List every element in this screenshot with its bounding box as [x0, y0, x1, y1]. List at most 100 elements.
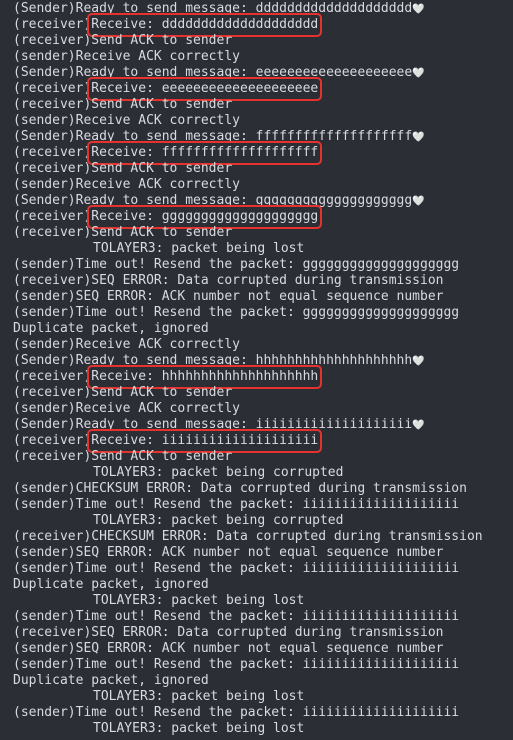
line-message: Duplicate packet, ignored: [13, 577, 209, 592]
highlighted-receive-message: Receive: dddddddddddddddddddd: [87, 13, 323, 37]
line-source-prefix: (sender): [13, 705, 76, 720]
line-message: SEQ ERROR: Data corrupted during transmi…: [91, 273, 444, 288]
line-message: Receive ACK correctly: [75, 49, 240, 64]
line-message: Send ACK to sender: [91, 385, 233, 400]
terminal-line: (receiver)Send ACK to sender: [0, 97, 513, 113]
terminal-line: (sender)Time out! Resend the packet: iii…: [0, 657, 513, 673]
terminal-line: (sender)Time out! Resend the packet: iii…: [0, 705, 513, 721]
line-source-prefix: (receiver): [13, 225, 92, 240]
line-message: CHECKSUM ERROR: Data corrupted during tr…: [75, 481, 467, 496]
line-message: Ready to send message: ggggggggggggggggg…: [75, 193, 413, 208]
line-message: TOLAYER3: packet being lost: [93, 721, 305, 736]
line-message: Ready to send message: eeeeeeeeeeeeeeeee…: [75, 65, 413, 80]
highlighted-receive-message: Receive: iiiiiiiiiiiiiiiiiiii: [87, 429, 323, 453]
line-source-prefix: (receiver): [13, 81, 92, 96]
line-message: CHECKSUM ERROR: Data corrupted during tr…: [91, 529, 483, 544]
line-source-prefix: (sender): [13, 545, 76, 560]
line-message: SEQ ERROR: ACK number not equal sequence…: [75, 289, 444, 304]
terminal-line: (Sender)Ready to send message: fffffffff…: [0, 129, 513, 145]
line-source-prefix: (sender): [13, 641, 76, 656]
cursor-marker-icon: 🤍: [412, 132, 425, 143]
line-message: Send ACK to sender: [91, 161, 233, 176]
line-source-prefix: (sender): [13, 49, 76, 64]
highlighted-receive-message: Receive: eeeeeeeeeeeeeeeeeeee: [87, 77, 323, 101]
line-source-prefix: (receiver): [13, 209, 92, 224]
line-source-prefix: (receiver): [13, 529, 92, 544]
line-message: Time out! Resend the packet: iiiiiiiiiii…: [75, 657, 460, 672]
terminal-line: (sender)Receive ACK correctly: [0, 401, 513, 417]
line-source-prefix: (receiver): [13, 385, 92, 400]
line-source-prefix: (receiver): [13, 449, 92, 464]
line-message: Send ACK to sender: [91, 33, 233, 48]
terminal-line: (Sender)Ready to send message: hhhhhhhhh…: [0, 353, 513, 369]
line-message: Receive ACK correctly: [75, 401, 240, 416]
line-message: Time out! Resend the packet: iiiiiiiiiii…: [75, 609, 460, 624]
line-source-prefix: (receiver): [13, 433, 92, 448]
line-source-prefix: (sender): [13, 657, 76, 672]
terminal-line: (Sender)Ready to send message: eeeeeeeee…: [0, 65, 513, 81]
terminal-line: (receiver)SEQ ERROR: Data corrupted duri…: [0, 625, 513, 641]
line-source-prefix: (Sender): [13, 1, 76, 16]
line-message: Time out! Resend the packet: iiiiiiiiiii…: [75, 705, 460, 720]
cursor-marker-icon: 🤍: [412, 196, 425, 207]
line-message: SEQ ERROR: ACK number not equal sequence…: [75, 641, 444, 656]
terminal-output[interactable]: (Sender)Ready to send message: ddddddddd…: [0, 0, 513, 740]
terminal-line: (Sender)Ready to send message: ggggggggg…: [0, 193, 513, 209]
line-message: Ready to send message: fffffffffffffffff…: [75, 129, 413, 144]
terminal-line: (sender)Receive ACK correctly: [0, 337, 513, 353]
terminal-line: TOLAYER3: packet being corrupted: [0, 513, 513, 529]
line-source-prefix: (sender): [13, 561, 76, 576]
terminal-line: (sender)SEQ ERROR: ACK number not equal …: [0, 289, 513, 305]
terminal-line: TOLAYER3: packet being lost: [0, 593, 513, 609]
highlighted-receive-message: Receive: gggggggggggggggggggg: [87, 205, 323, 229]
terminal-line: (receiver)Receive: ffffffffffffffffffff: [0, 141, 513, 165]
line-source-prefix: (sender): [13, 481, 76, 496]
terminal-line: (receiver)Send ACK to sender: [0, 33, 513, 49]
line-message: Ready to send message: iiiiiiiiiiiiiiiii…: [75, 417, 413, 432]
terminal-line: TOLAYER3: packet being lost: [0, 241, 513, 257]
terminal-line: (receiver)CHECKSUM ERROR: Data corrupted…: [0, 529, 513, 545]
line-source-prefix: (receiver): [13, 17, 92, 32]
terminal-line: (receiver)SEQ ERROR: Data corrupted duri…: [0, 273, 513, 289]
line-message: Ready to send message: ddddddddddddddddd…: [75, 1, 413, 16]
line-source-prefix: (Sender): [13, 129, 76, 144]
terminal-line: TOLAYER3: packet being lost: [0, 689, 513, 705]
line-message: Duplicate packet, ignored: [13, 321, 209, 336]
line-message: Duplicate packet, ignored: [13, 673, 209, 688]
cursor-marker-icon: 🤍: [412, 68, 425, 79]
line-source-prefix: (Sender): [13, 353, 76, 368]
line-source-prefix: (receiver): [13, 369, 92, 384]
line-source-prefix: (sender): [13, 289, 76, 304]
line-message: TOLAYER3: packet being lost: [93, 689, 305, 704]
line-source-prefix: (sender): [13, 305, 76, 320]
terminal-line: (sender)CHECKSUM ERROR: Data corrupted d…: [0, 481, 513, 497]
terminal-line: (sender)Time out! Resend the packet: iii…: [0, 609, 513, 625]
line-message: Receive ACK correctly: [75, 113, 240, 128]
line-message: Receive ACK correctly: [75, 337, 240, 352]
line-source-prefix: (Sender): [13, 193, 76, 208]
line-message: Send ACK to sender: [91, 225, 233, 240]
cursor-marker-icon: 🤍: [412, 4, 425, 15]
line-source-prefix: (sender): [13, 337, 76, 352]
line-message: Time out! Resend the packet: iiiiiiiiiii…: [75, 561, 460, 576]
line-source-prefix: (receiver): [13, 145, 92, 160]
terminal-line: (receiver)Receive: dddddddddddddddddddd: [0, 13, 513, 37]
line-source-prefix: (receiver): [13, 33, 92, 48]
terminal-line: (sender)Time out! Resend the packet: iii…: [0, 497, 513, 513]
line-source-prefix: (sender): [13, 257, 76, 272]
terminal-line: (receiver)Receive: eeeeeeeeeeeeeeeeeeee: [0, 77, 513, 101]
line-message: TOLAYER3: packet being lost: [93, 241, 305, 256]
cursor-marker-icon: 🤍: [412, 420, 425, 431]
line-source-prefix: (Sender): [13, 417, 76, 432]
terminal-line: (receiver)Receive: gggggggggggggggggggg: [0, 205, 513, 229]
line-message: SEQ ERROR: Data corrupted during transmi…: [91, 625, 444, 640]
terminal-line: (sender)Receive ACK correctly: [0, 177, 513, 193]
terminal-line: (sender)SEQ ERROR: ACK number not equal …: [0, 545, 513, 561]
line-source-prefix: (sender): [13, 401, 76, 416]
terminal-line: (Sender)Ready to send message: iiiiiiiii…: [0, 417, 513, 433]
line-message: SEQ ERROR: ACK number not equal sequence…: [75, 545, 444, 560]
line-message: Time out! Resend the packet: ggggggggggg…: [75, 305, 460, 320]
line-message: Receive ACK correctly: [75, 177, 240, 192]
line-source-prefix: (sender): [13, 113, 76, 128]
line-message: Time out! Resend the packet: iiiiiiiiiii…: [75, 497, 460, 512]
